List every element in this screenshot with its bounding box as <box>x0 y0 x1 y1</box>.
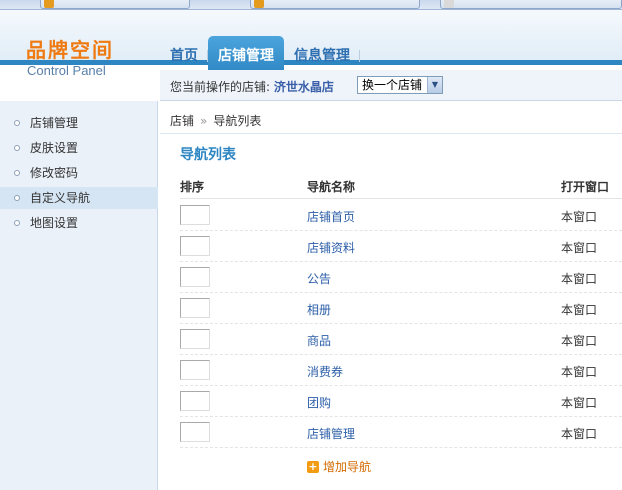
sidebar: 店铺管理 皮肤设置 修改密码 自定义导航 地图设置 <box>0 101 158 490</box>
column-header-open: 打开窗口 <box>561 180 610 194</box>
page-icon <box>44 0 54 8</box>
breadcrumb-separator: » <box>200 114 208 128</box>
header: 品牌空间 Control Panel 首页 店铺管理 信息管理 <box>0 10 622 78</box>
current-shop-label: 您当前操作的店铺: 济世水晶店 <box>170 78 334 95</box>
bullet-icon <box>14 220 20 226</box>
sort-order-input[interactable] <box>180 205 210 225</box>
open-window-value: 本窗口 <box>561 272 598 286</box>
browser-tab[interactable] <box>250 0 420 9</box>
plus-icon: + <box>307 460 319 473</box>
bullet-icon <box>14 170 20 176</box>
section-title: 导航列表 <box>180 147 236 163</box>
bullet-icon <box>14 195 20 201</box>
shop-selector-bar: 您当前操作的店铺: 济世水晶店 换一个店铺 ▼ <box>160 70 622 101</box>
browser-tab[interactable] <box>440 0 622 9</box>
open-window-value: 本窗口 <box>561 210 598 224</box>
nav-name-link[interactable]: 店铺首页 <box>307 208 355 225</box>
switch-shop-value: 换一个店铺 <box>362 78 423 92</box>
logo-subtitle: Control Panel <box>27 63 106 78</box>
sort-order-input[interactable] <box>180 422 210 442</box>
table-row: 消费券 本窗口 <box>180 355 622 386</box>
column-header-name: 导航名称 <box>307 180 356 194</box>
sort-order-input[interactable] <box>180 329 210 349</box>
breadcrumb-current: 导航列表 <box>213 114 262 128</box>
table-row: 商品 本窗口 <box>180 324 622 355</box>
divider <box>160 133 622 134</box>
sort-order-input[interactable] <box>180 267 210 287</box>
sidebar-item-label: 自定义导航 <box>30 191 91 205</box>
add-navigation-button[interactable]: + 增加导航 <box>307 459 371 475</box>
sidebar-item-label: 地图设置 <box>30 216 79 230</box>
table-row: 公告 本窗口 <box>180 262 622 293</box>
sidebar-item-shop-management[interactable]: 店铺管理 <box>0 112 158 134</box>
nav-name-link[interactable]: 店铺管理 <box>307 425 355 442</box>
table-row: 店铺资料 本窗口 <box>180 231 622 262</box>
sort-order-input[interactable] <box>180 360 210 380</box>
sidebar-item-map-settings[interactable]: 地图设置 <box>0 212 158 234</box>
page-icon <box>254 0 264 8</box>
sort-order-input[interactable] <box>180 391 210 411</box>
switch-shop-select[interactable]: 换一个店铺 ▼ <box>357 76 443 94</box>
breadcrumb: 店铺 » 导航列表 <box>170 112 261 129</box>
logo-title: 品牌空间 <box>26 38 114 62</box>
browser-tab-strip <box>0 0 622 10</box>
nav-tab-label: 信息管理 <box>294 48 350 64</box>
breadcrumb-link-shop[interactable]: 店铺 <box>170 114 194 128</box>
sidebar-item-change-password[interactable]: 修改密码 <box>0 162 158 184</box>
chevron-down-icon[interactable]: ▼ <box>427 77 442 93</box>
table-row: 店铺首页 本窗口 <box>180 200 622 231</box>
sidebar-item-label: 皮肤设置 <box>30 141 79 155</box>
add-navigation-label: 增加导航 <box>323 460 372 474</box>
sidebar-item-skin-settings[interactable]: 皮肤设置 <box>0 137 158 159</box>
sidebar-item-label: 修改密码 <box>30 166 79 180</box>
table-row: 店铺管理 本窗口 <box>180 417 622 448</box>
column-header-sort: 排序 <box>180 180 205 194</box>
nav-name-link[interactable]: 团购 <box>307 394 331 411</box>
sort-order-input[interactable] <box>180 236 210 256</box>
nav-separator <box>359 50 360 62</box>
table-row: 相册 本窗口 <box>180 293 622 324</box>
bullet-icon <box>14 145 20 151</box>
open-window-value: 本窗口 <box>561 427 598 441</box>
main-content: 店铺 » 导航列表 导航列表 排序 导航名称 打开窗口 店铺首页 本窗口 店铺资料 … <box>160 101 622 490</box>
open-window-value: 本窗口 <box>561 334 598 348</box>
sidebar-item-custom-navigation[interactable]: 自定义导航 <box>0 187 158 209</box>
nav-tab-label: 首页 <box>170 48 198 64</box>
open-window-value: 本窗口 <box>561 303 598 317</box>
page-icon <box>444 0 454 8</box>
nav-name-link[interactable]: 店铺资料 <box>307 239 355 256</box>
current-shop-name[interactable]: 济世水晶店 <box>274 80 334 94</box>
nav-name-link[interactable]: 相册 <box>307 301 331 318</box>
nav-name-link[interactable]: 消费券 <box>307 363 343 380</box>
current-shop-prefix: 您当前操作的店铺: <box>170 80 271 94</box>
nav-tab-label: 店铺管理 <box>218 48 274 64</box>
open-window-value: 本窗口 <box>561 365 598 379</box>
table-header: 排序 导航名称 打开窗口 <box>180 169 622 199</box>
browser-tab[interactable] <box>40 0 190 9</box>
sidebar-item-label: 店铺管理 <box>30 116 79 130</box>
open-window-value: 本窗口 <box>561 396 598 410</box>
nav-name-link[interactable]: 商品 <box>307 332 331 349</box>
open-window-value: 本窗口 <box>561 241 598 255</box>
table-row: 团购 本窗口 <box>180 386 622 417</box>
sort-order-input[interactable] <box>180 298 210 318</box>
bullet-icon <box>14 120 20 126</box>
nav-name-link[interactable]: 公告 <box>307 270 331 287</box>
